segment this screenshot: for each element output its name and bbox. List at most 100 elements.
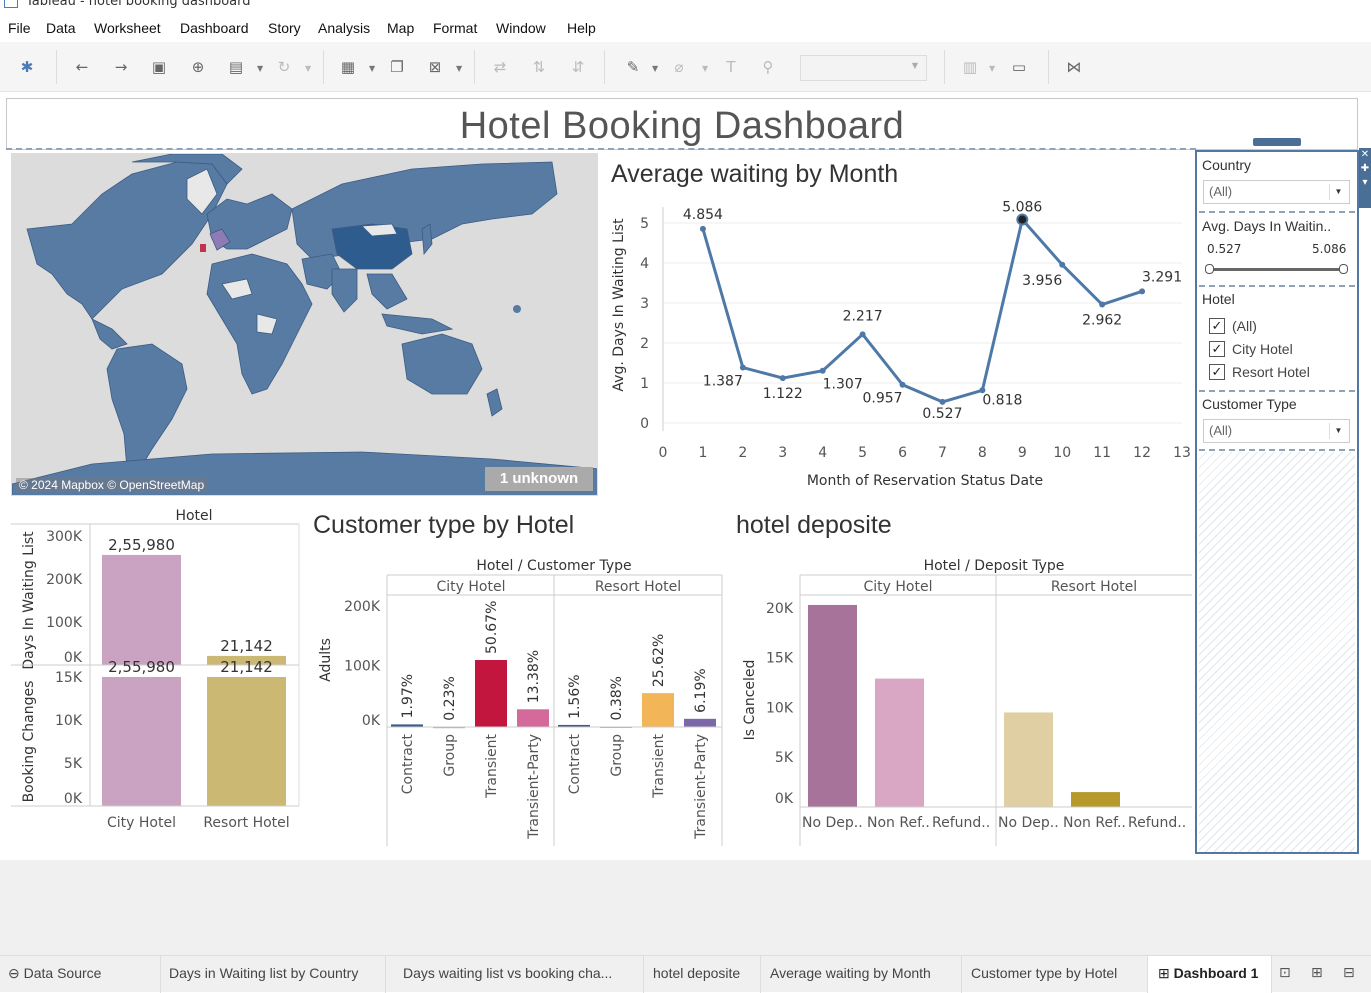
tab-days-waiting-vs-booking[interactable]: Days waiting list vs booking cha... bbox=[386, 956, 644, 993]
data-point[interactable] bbox=[939, 398, 946, 405]
chevron-down-icon[interactable]: ▼ bbox=[456, 64, 462, 73]
save-icon[interactable]: ▣ bbox=[148, 56, 170, 78]
tab-average-waiting-by-month[interactable]: Average waiting by Month bbox=[761, 956, 962, 993]
customer-type-bar-chart[interactable]: Hotel / Customer Type 0K 100K 200K Adults Cit… bbox=[310, 550, 730, 850]
menu-data[interactable]: Data bbox=[46, 20, 76, 36]
menu-map[interactable]: Map bbox=[387, 20, 414, 36]
bar[interactable] bbox=[517, 709, 549, 727]
show-mark-labels-icon[interactable]: T bbox=[720, 56, 742, 78]
avg-days-slider-track[interactable] bbox=[1209, 268, 1343, 271]
chevron-down-icon[interactable]: ▼ bbox=[369, 64, 375, 73]
new-dashboard-icon[interactable]: ⊞ bbox=[1311, 965, 1323, 981]
x-category-label: No Dep.. bbox=[802, 815, 863, 831]
menu-format[interactable]: Format bbox=[433, 20, 477, 36]
workspace-background bbox=[0, 860, 1371, 955]
bar[interactable] bbox=[102, 677, 181, 806]
data-label: 3.291 bbox=[1142, 269, 1182, 285]
data-point[interactable] bbox=[739, 364, 746, 371]
country-filter-select[interactable]: (All) ▼ bbox=[1203, 180, 1350, 204]
pause-updates-icon[interactable]: ▤ bbox=[225, 56, 247, 78]
map-region-portugal[interactable] bbox=[200, 244, 206, 252]
new-worksheet-icon[interactable]: ▦ bbox=[337, 56, 359, 78]
chevron-down-icon[interactable]: ▼ bbox=[1329, 423, 1347, 439]
pin-icon[interactable]: ✚ bbox=[1361, 163, 1369, 174]
map-region-island[interactable] bbox=[513, 305, 521, 313]
refresh-icon[interactable]: ↻ bbox=[273, 56, 295, 78]
chevron-down-icon[interactable]: ▼ bbox=[702, 64, 708, 73]
fit-dropdown[interactable]: ▼ bbox=[800, 55, 927, 81]
redo-icon[interactable]: → bbox=[110, 56, 132, 78]
clear-sheet-icon[interactable]: ⊠ bbox=[424, 56, 446, 78]
unknown-locations-badge[interactable]: 1 unknown bbox=[485, 467, 593, 491]
highlight-icon[interactable]: ✎ bbox=[622, 56, 644, 78]
move-handle[interactable] bbox=[1253, 138, 1301, 146]
share-icon[interactable]: ⋈ bbox=[1063, 56, 1085, 78]
data-point[interactable] bbox=[1099, 301, 1106, 308]
duplicate-sheet-icon[interactable]: ❐ bbox=[386, 56, 408, 78]
customer-type-filter-select[interactable]: (All) ▼ bbox=[1203, 419, 1350, 443]
bar[interactable] bbox=[207, 677, 286, 806]
slider-min-handle[interactable] bbox=[1205, 264, 1214, 274]
menu-worksheet[interactable]: Worksheet bbox=[94, 20, 161, 36]
tab-hotel-deposite[interactable]: hotel deposite bbox=[644, 956, 761, 993]
data-point[interactable] bbox=[699, 225, 706, 232]
avg-waiting-line-chart[interactable]: 0123450 1 2 3 4 5 6 7 8 9 10 11 12 13Month of Reserva… bbox=[605, 195, 1195, 495]
checkbox-checked-icon[interactable]: ✓ bbox=[1209, 364, 1225, 380]
bar[interactable] bbox=[808, 604, 857, 807]
slider-max-handle[interactable] bbox=[1339, 264, 1348, 274]
chevron-down-icon[interactable]: ▼ bbox=[989, 64, 995, 73]
container-controls[interactable]: ✕ ✚ ▾ bbox=[1359, 148, 1371, 208]
chevron-down-icon[interactable]: ▼ bbox=[1329, 184, 1347, 200]
menu-story[interactable]: Story bbox=[268, 20, 301, 36]
bar[interactable] bbox=[475, 660, 507, 727]
new-story-icon[interactable]: ⊟ bbox=[1343, 965, 1355, 981]
data-point[interactable] bbox=[1059, 261, 1066, 268]
data-point[interactable] bbox=[819, 367, 826, 374]
data-point[interactable] bbox=[1016, 213, 1029, 226]
tab-customer-type-by-hotel[interactable]: Customer type by Hotel bbox=[962, 956, 1148, 993]
tab-data-source[interactable]: ⊖ Data Source bbox=[0, 956, 161, 993]
data-point[interactable] bbox=[859, 331, 866, 338]
show-me-icon[interactable]: ▥ bbox=[959, 56, 981, 78]
checkbox-checked-icon[interactable]: ✓ bbox=[1209, 318, 1225, 334]
tab-days-waiting-by-country[interactable]: Days in Waiting list by Country bbox=[161, 956, 386, 993]
data-point[interactable] bbox=[779, 375, 786, 382]
chevron-down-icon[interactable]: ▼ bbox=[257, 64, 263, 73]
group-members-icon[interactable]: ⌀ bbox=[668, 56, 690, 78]
checkbox-checked-icon[interactable]: ✓ bbox=[1209, 341, 1225, 357]
bar[interactable] bbox=[684, 718, 716, 727]
close-icon[interactable]: ✕ bbox=[1361, 149, 1369, 160]
tab-dashboard-1[interactable]: ⊞ Dashboard 1 bbox=[1148, 956, 1272, 993]
hotel-option-all[interactable]: ✓ (All) bbox=[1209, 316, 1257, 336]
swap-rows-columns-icon[interactable]: ⇄ bbox=[489, 56, 511, 78]
chevron-down-icon[interactable]: ▾ bbox=[1362, 177, 1367, 188]
chevron-down-icon[interactable]: ▼ bbox=[652, 64, 658, 73]
bar[interactable] bbox=[1004, 712, 1053, 807]
menu-file[interactable]: File bbox=[8, 20, 31, 36]
hotel-option-city[interactable]: ✓ City Hotel bbox=[1209, 339, 1293, 359]
fix-axes-icon[interactable]: ⚲ bbox=[757, 56, 779, 78]
hotel-waiting-bar-chart[interactable]: Hotel 0K 100K 200K 300K Days In Waiting List 2… bbox=[8, 500, 303, 840]
bar[interactable] bbox=[875, 678, 924, 807]
deposit-bar-chart[interactable]: Hotel / Deposit Type 0K 5K 10K 15K 20K Is Canc… bbox=[732, 550, 1194, 850]
undo-icon[interactable]: ← bbox=[71, 56, 93, 78]
menu-window[interactable]: Window bbox=[496, 20, 546, 36]
sort-ascending-icon[interactable]: ⇅ bbox=[528, 56, 550, 78]
bar[interactable] bbox=[642, 693, 674, 727]
world-map[interactable]: © 2024 Mapbox © OpenStreetMap 1 unknown bbox=[11, 153, 598, 496]
chevron-down-icon[interactable]: ▼ bbox=[305, 64, 311, 73]
new-worksheet-icon[interactable]: ⊡ bbox=[1279, 965, 1291, 981]
hotel-option-resort[interactable]: ✓ Resort Hotel bbox=[1209, 362, 1310, 382]
menu-analysis[interactable]: Analysis bbox=[318, 20, 370, 36]
tableau-logo-icon[interactable]: ✱ bbox=[16, 56, 38, 78]
data-point[interactable] bbox=[1139, 288, 1146, 295]
data-point[interactable] bbox=[899, 381, 906, 388]
sort-descending-icon[interactable]: ⇵ bbox=[567, 56, 589, 78]
bar[interactable] bbox=[1071, 792, 1120, 807]
presentation-mode-icon[interactable]: ▭ bbox=[1008, 56, 1030, 78]
menu-dashboard[interactable]: Dashboard bbox=[180, 20, 249, 36]
menu-help[interactable]: Help bbox=[567, 20, 596, 36]
hotel-option-label: City Hotel bbox=[1232, 341, 1293, 357]
new-data-source-icon[interactable]: ⊕ bbox=[187, 56, 209, 78]
bar[interactable] bbox=[102, 554, 181, 665]
